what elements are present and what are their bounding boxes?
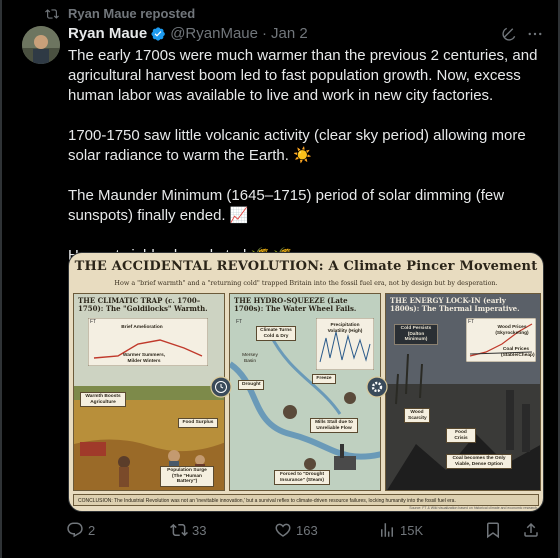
poster-label: Forced to "Drought Insurance" (Steam) xyxy=(274,470,330,486)
poster-label: Brief Amelioration xyxy=(121,325,163,330)
repost-button[interactable]: 33 xyxy=(170,521,206,539)
poster-label: Precipitation Volatility (High) xyxy=(327,323,363,334)
tweet-paragraph: The Maunder Minimum (1645–1715) period o… xyxy=(68,187,505,224)
tweet-header: Ryan Maue @RyanMaue · Jan 2 xyxy=(68,25,544,42)
poster-label: Warmth Boosts Agriculture xyxy=(80,392,126,408)
reply-button[interactable]: 2 xyxy=(66,521,95,539)
bookmark-icon xyxy=(487,522,499,539)
poster-label: Cold Persists (Dalton Minimum) xyxy=(394,324,438,345)
reply-count: 2 xyxy=(88,522,96,538)
grok-icon[interactable] xyxy=(500,25,518,43)
poster-panel-climatic-trap: THE CLIMATIC TRAP (c. 1700–1750): The "G… xyxy=(73,293,225,491)
poster-label: Wood Prices (Skyrocketing) xyxy=(495,325,529,336)
tweet-media-image[interactable]: THE ACCIDENTAL REVOLUTION: A Climate Pin… xyxy=(68,252,544,512)
panel-heading: THE CLIMATIC TRAP (c. 1700–1750): The "G… xyxy=(78,296,208,313)
repost-icon xyxy=(170,523,188,537)
tweet-paragraph: The early 1700s were much warmer than th… xyxy=(68,47,538,104)
like-count: 163 xyxy=(296,522,318,538)
author-name[interactable]: Ryan Maue xyxy=(68,25,147,42)
repost-context[interactable]: Ryan Maue reposted xyxy=(44,6,195,21)
share-icon xyxy=(524,522,538,537)
poster-subtitle: How a "brief warmth" and a "returning co… xyxy=(114,279,498,287)
poster-source: Source: FT & Wiki visualization based on… xyxy=(409,506,537,510)
tweet-body: The early 1700s were much warmer than th… xyxy=(68,46,544,266)
poster-label: Drought xyxy=(238,380,264,390)
poster-label: Mersey Basin xyxy=(242,353,258,364)
views-button[interactable]: 15K xyxy=(378,521,423,539)
share-button[interactable] xyxy=(522,521,544,539)
gear-arrow-icon xyxy=(366,376,388,398)
repost-count: 33 xyxy=(192,522,207,538)
views-chart-icon xyxy=(381,523,393,537)
author-avatar[interactable] xyxy=(22,26,60,64)
poster-label: Mills Stall due to Unreliable Flow xyxy=(310,418,358,434)
clock-arrow-icon xyxy=(210,376,232,398)
panel-heading: THE ENERGY LOCK-IN (early 1800s): The Th… xyxy=(390,296,520,313)
poster-panel-hydro-squeeze: THE HYDRO-SQUEEZE (Late 1700s): The Wate… xyxy=(229,293,381,491)
verified-badge-icon[interactable] xyxy=(150,26,166,42)
poster-label: Freeze xyxy=(312,374,336,384)
poster-label: Food Surplus xyxy=(178,418,218,428)
like-button[interactable]: 163 xyxy=(274,521,318,539)
avatar-photo xyxy=(22,26,60,64)
more-options-icon[interactable] xyxy=(526,25,544,43)
panel-heading: THE HYDRO-SQUEEZE (Late 1700s): The Wate… xyxy=(234,296,357,313)
poster-label: Coal becomes the Only Viable, Dense Opti… xyxy=(446,454,512,470)
chart-axis-label: FT xyxy=(236,319,243,325)
author-handle[interactable]: @RyanMaue xyxy=(170,25,258,42)
poster-label: Food Crisis xyxy=(446,428,476,444)
tweet-paragraph: 1700-1750 saw little volcanic activity (… xyxy=(68,127,526,164)
poster-label: Climate Turns Cold & Dry xyxy=(256,326,296,342)
tweet-date[interactable]: Jan 2 xyxy=(271,25,308,42)
poster-conclusion: CONCLUSION: The Industrial Revolution wa… xyxy=(73,494,539,506)
chart-axis-label: FT xyxy=(90,319,97,325)
timeline-border-left xyxy=(0,0,2,558)
poster-label: Population Surge (The "Human Battery") xyxy=(160,466,214,487)
repost-icon xyxy=(45,8,59,19)
bookmark-button[interactable] xyxy=(484,521,506,539)
tweet-actions: 2 33 163 15K xyxy=(66,521,546,541)
poster-label: Wood Scarcity xyxy=(404,408,430,424)
reply-icon xyxy=(67,522,83,538)
poster-panel-energy-lock-in: THE ENERGY LOCK-IN (early 1800s): The Th… xyxy=(385,293,541,491)
heart-icon xyxy=(275,523,291,537)
repost-label: Ryan Maue reposted xyxy=(68,6,196,21)
header-separator: · xyxy=(261,25,267,42)
chart-axis-label: FT xyxy=(468,319,475,325)
poster-title: THE ACCIDENTAL REVOLUTION: A Climate Pin… xyxy=(74,259,538,274)
views-count: 15K xyxy=(400,522,424,538)
poster-label: Coal Prices (Stable/Cheap) xyxy=(501,347,535,358)
poster-label: Warmer Summers, Milder Winters xyxy=(122,353,166,364)
